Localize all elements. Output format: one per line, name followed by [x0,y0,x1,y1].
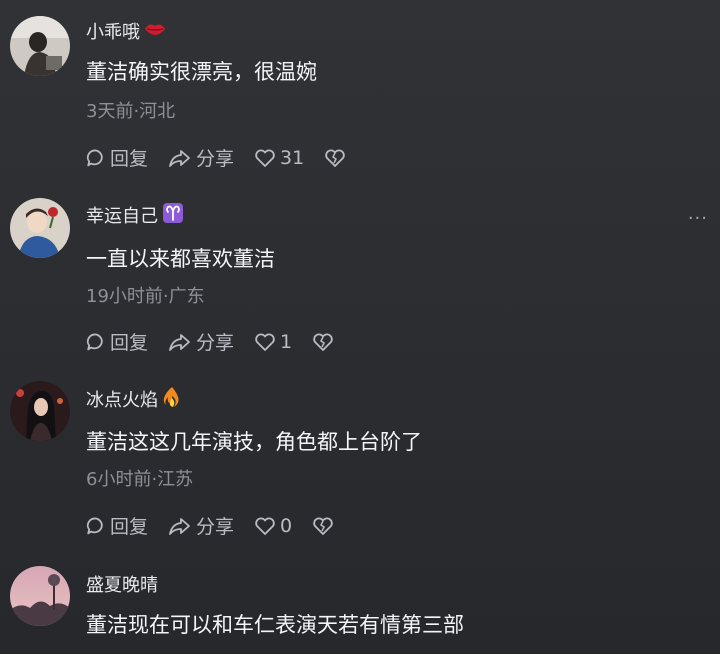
heart-icon [254,148,276,168]
like-button[interactable]: 0 [254,515,292,537]
heart-icon [254,332,276,352]
broken-heart-icon [312,332,334,352]
username[interactable]: 小乖哦 [86,18,140,44]
avatar[interactable] [10,566,70,626]
share-button[interactable]: 分享 [168,144,234,171]
comment-meta: 19小时前·广东 [86,286,205,307]
more-options-icon[interactable]: ··· [688,208,708,229]
heart-icon [254,516,276,536]
share-arrow-icon [168,516,192,536]
reply-label: 回复 [110,332,149,354]
fire-icon [162,386,182,412]
dislike-button[interactable] [324,148,346,168]
avatar[interactable] [10,16,70,76]
share-arrow-icon [168,332,192,352]
reply-label: 回复 [110,516,149,538]
share-label: 分享 [196,332,235,354]
comment-meta: 6小时前·江苏 [86,469,194,490]
speech-bubble-icon [86,516,106,536]
dislike-button[interactable] [312,516,334,536]
username[interactable]: 冰点火焰 [86,386,158,412]
like-button[interactable]: 31 [254,147,304,169]
comment-meta: 3天前·河北 [86,101,176,122]
reply-button[interactable]: 回复 [86,512,148,539]
comment-text: 董洁现在可以和车仁表演天若有情第三部 [86,613,464,637]
reply-label: 回复 [110,148,149,170]
like-count: 0 [280,514,293,537]
avatar[interactable] [10,198,70,258]
username[interactable]: 盛夏晚晴 [86,571,158,597]
comment-text: 董洁确实很漂亮，很温婉 [86,60,317,84]
share-label: 分享 [196,516,235,538]
reply-button[interactable]: 回复 [86,328,148,355]
broken-heart-icon [324,148,346,168]
avatar[interactable] [10,381,70,441]
comment-actions: 回复 分享 31 [86,144,366,171]
username[interactable]: 幸运自己 [86,202,158,228]
like-button[interactable]: 1 [254,331,292,353]
speech-bubble-icon [86,332,106,352]
share-button[interactable]: 分享 [168,328,234,355]
aries-icon [162,202,184,228]
comment-text: 一直以来都喜欢董洁 [86,247,275,271]
comment-actions: 回复 分享 0 [86,512,354,539]
dislike-button[interactable] [312,332,334,352]
comment-text: 董洁这这几年演技，角色都上台阶了 [86,430,422,454]
reply-button[interactable]: 回复 [86,144,148,171]
like-count: 1 [280,330,293,353]
like-count: 31 [280,146,305,169]
comment-actions: 回复 分享 1 [86,328,354,355]
share-button[interactable]: 分享 [168,512,234,539]
share-label: 分享 [196,148,235,170]
lips-icon [144,22,166,40]
speech-bubble-icon [86,148,106,168]
share-arrow-icon [168,148,192,168]
broken-heart-icon [312,516,334,536]
comment-feed: 小乖哦 董洁确实很漂亮，很温婉 3天前·河北 回复 分享 31 幸运自己 ···… [0,0,720,654]
